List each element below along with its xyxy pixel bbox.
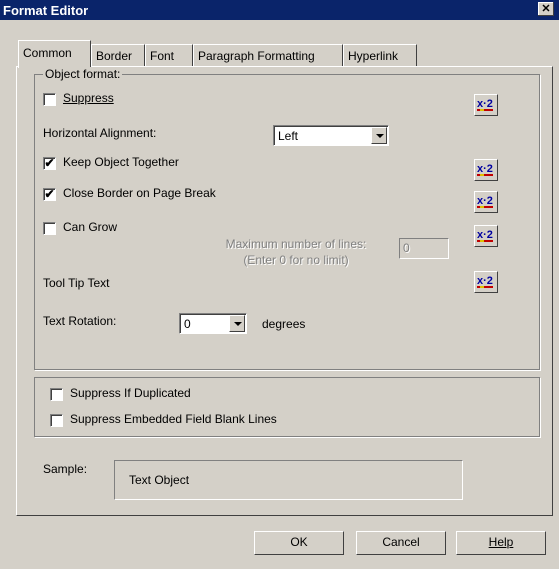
check-icon: ✔ <box>44 156 55 170</box>
svg-text:x·2: x·2 <box>477 195 493 207</box>
text-rotation-label: Text Rotation: <box>43 314 117 328</box>
suppress-if-duplicated-label[interactable]: Suppress If Duplicated <box>70 386 191 400</box>
formula-icon: x·2 <box>477 275 493 288</box>
tool-tip-text-label: Tool Tip Text <box>43 276 110 290</box>
tool-tip-formula-button[interactable]: x·2 <box>474 271 498 293</box>
format-editor-dialog: Format Editor ✕ Common Border Font Parag… <box>0 0 559 569</box>
ok-button[interactable]: OK <box>254 531 344 555</box>
sample-text: Text Object <box>129 473 190 487</box>
text-rotation-select[interactable]: 0 <box>179 313 247 334</box>
tab-common[interactable]: Common <box>18 40 91 68</box>
svg-text:x·2: x·2 <box>477 275 493 287</box>
tab-border[interactable]: Border <box>91 44 145 66</box>
formula-icon: x·2 <box>477 98 493 111</box>
close-border-formula-button[interactable]: x·2 <box>474 191 498 213</box>
tab-label: Paragraph Formatting <box>198 49 315 63</box>
tab-font[interactable]: Font <box>145 44 193 66</box>
suppress-checkbox[interactable] <box>43 93 56 106</box>
tab-label: Border <box>96 49 133 63</box>
close-icon: ✕ <box>541 3 551 15</box>
close-border-label[interactable]: Close Border on Page Break <box>63 186 216 200</box>
chevron-down-icon[interactable] <box>371 127 387 144</box>
horizontal-alignment-select[interactable]: Left <box>273 125 389 146</box>
tab-paragraph-formatting[interactable]: Paragraph Formatting <box>193 44 343 66</box>
tab-label: Hyperlink <box>348 49 399 63</box>
degrees-label: degrees <box>262 317 306 331</box>
suppress-if-duplicated-checkbox[interactable] <box>50 388 63 401</box>
sample-label: Sample: <box>43 462 88 476</box>
formula-icon: x·2 <box>477 195 493 208</box>
suppress-label[interactable]: Suppress <box>63 91 114 105</box>
window-title: Format Editor <box>3 3 89 18</box>
suppress-embedded-blank-lines-label[interactable]: Suppress Embedded Field Blank Lines <box>70 412 277 426</box>
svg-text:x·2: x·2 <box>477 163 493 175</box>
can-grow-label[interactable]: Can Grow <box>63 220 117 234</box>
svg-text:x·2: x·2 <box>477 229 493 241</box>
svg-text:x·2: x·2 <box>477 98 493 110</box>
max-lines-label: Maximum number of lines: <box>225 237 367 251</box>
tab-label: Font <box>150 49 175 63</box>
check-icon: ✔ <box>44 187 55 201</box>
text-rotation-value: 0 <box>184 317 191 331</box>
sample-preview: Text Object <box>114 460 463 500</box>
max-lines-value: 0 <box>403 241 410 255</box>
suppress-formula-button[interactable]: x·2 <box>474 94 498 116</box>
suppress-embedded-blank-lines-checkbox[interactable] <box>50 414 63 427</box>
keep-object-together-label[interactable]: Keep Object Together <box>63 155 179 169</box>
horizontal-alignment-value: Left <box>278 129 299 143</box>
title-bar: Format Editor ✕ <box>0 0 559 20</box>
help-button[interactable]: Help <box>456 531 546 555</box>
can-grow-checkbox[interactable] <box>43 222 56 235</box>
max-lines-input[interactable]: 0 <box>399 238 449 259</box>
tab-label: Common <box>23 46 72 60</box>
max-lines-hint: (Enter 0 for no limit) <box>243 253 349 267</box>
close-button[interactable]: ✕ <box>538 2 554 16</box>
keep-object-together-checkbox[interactable]: ✔ <box>43 157 56 170</box>
cancel-button[interactable]: Cancel <box>356 531 446 555</box>
tab-hyperlink[interactable]: Hyperlink <box>343 44 417 66</box>
keep-object-together-formula-button[interactable]: x·2 <box>474 159 498 181</box>
formula-icon: x·2 <box>477 229 493 242</box>
close-border-checkbox[interactable]: ✔ <box>43 188 56 201</box>
horizontal-alignment-label: Horizontal Alignment: <box>43 126 157 140</box>
can-grow-formula-button[interactable]: x·2 <box>474 225 498 247</box>
object-format-legend: Object format: <box>43 67 123 81</box>
formula-icon: x·2 <box>477 163 493 176</box>
chevron-down-icon[interactable] <box>229 315 245 332</box>
